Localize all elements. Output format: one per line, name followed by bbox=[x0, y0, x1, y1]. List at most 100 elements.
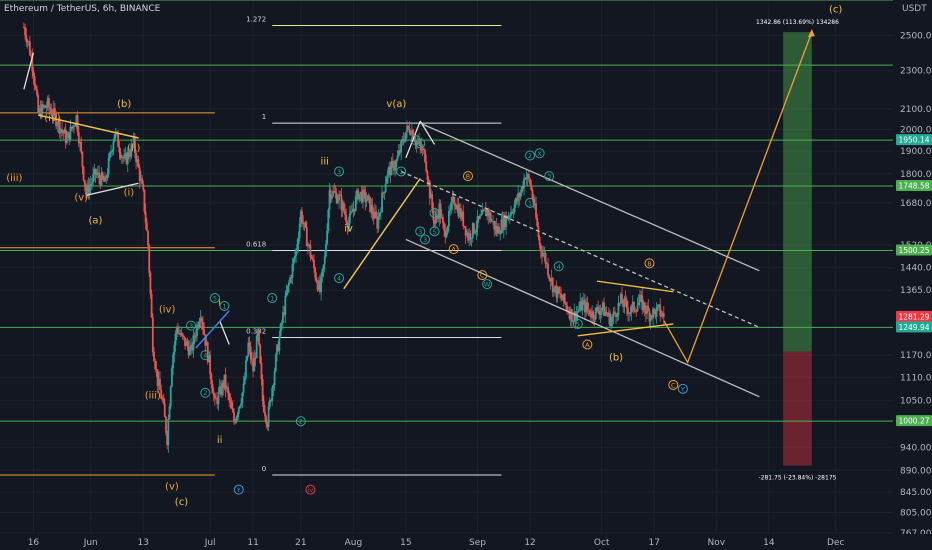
candle-body bbox=[169, 386, 172, 407]
candle-body bbox=[212, 393, 215, 396]
candle-body bbox=[174, 333, 177, 346]
candle-body bbox=[150, 293, 153, 318]
price-tick-label: 2300.00 bbox=[900, 67, 932, 77]
candle-body bbox=[311, 258, 314, 260]
candle-body bbox=[442, 216, 444, 224]
candle-body bbox=[394, 167, 397, 171]
candle-body bbox=[202, 321, 204, 330]
candle-body bbox=[106, 174, 109, 179]
candle-body bbox=[629, 312, 632, 314]
candle-body bbox=[246, 355, 249, 361]
candle-body bbox=[28, 41, 31, 55]
candle-body bbox=[450, 201, 453, 210]
candle-body bbox=[625, 300, 628, 308]
candle-body bbox=[597, 307, 600, 312]
candle-body bbox=[254, 357, 257, 359]
candle-body bbox=[647, 306, 650, 311]
wave-label[interactable]: (c) bbox=[829, 5, 842, 16]
candle-body bbox=[95, 174, 98, 176]
candle-body bbox=[384, 183, 387, 193]
wave-label[interactable]: v(a) bbox=[386, 99, 406, 110]
candle-body bbox=[186, 341, 189, 347]
wave-label[interactable]: (iii) bbox=[6, 173, 22, 184]
candle-body bbox=[381, 192, 383, 213]
candle-body bbox=[443, 223, 446, 231]
candle-body bbox=[168, 406, 171, 419]
time-tick-label: 11 bbox=[247, 538, 258, 548]
candle-body bbox=[659, 304, 662, 316]
fib-level-label: 0.618 bbox=[246, 241, 266, 249]
wave-label[interactable]: (b) bbox=[117, 99, 131, 110]
candle-body bbox=[334, 192, 337, 194]
candle-body bbox=[656, 305, 659, 308]
wave-label[interactable]: (ii) bbox=[127, 143, 140, 154]
price-tick-label: 845.00 bbox=[900, 488, 932, 498]
candle-body bbox=[542, 254, 545, 257]
candle-body bbox=[137, 159, 140, 168]
wave-label[interactable]: (a) bbox=[89, 215, 103, 226]
wave-label[interactable]: ii bbox=[217, 435, 223, 446]
candle-body bbox=[112, 141, 115, 151]
wave-label[interactable]: (b) bbox=[609, 353, 623, 364]
wave-label[interactable]: (v) bbox=[74, 192, 88, 203]
candle-body bbox=[315, 277, 318, 282]
candle-body bbox=[599, 310, 602, 315]
wave-label[interactable]: (i) bbox=[124, 187, 135, 198]
candle-body bbox=[231, 408, 234, 413]
candle-body bbox=[154, 361, 157, 369]
circled-wave-label: 4 bbox=[557, 263, 561, 271]
price-chart[interactable]: 1342.86 (113.69%) 134286 -281.75 (-23.84%… bbox=[0, 0, 932, 550]
circled-wave-label: C bbox=[671, 381, 676, 389]
candle-body bbox=[32, 70, 35, 77]
candle-body bbox=[439, 203, 442, 219]
wave-label[interactable]: iv bbox=[344, 223, 353, 234]
wave-label[interactable]: (c) bbox=[175, 497, 188, 508]
candle-body bbox=[530, 184, 533, 190]
wave-label[interactable]: (iii) bbox=[145, 391, 161, 402]
candle-body bbox=[581, 301, 584, 311]
time-axis[interactable]: 16 Jun 13 Jul 11 21 Aug 15 Sep 12 Oct 17 Nov 14 Dec bbox=[0, 534, 932, 550]
candle-body bbox=[24, 27, 26, 36]
candle-body bbox=[379, 212, 382, 214]
wave-label[interactable]: (iv) bbox=[44, 113, 61, 124]
candle-body bbox=[80, 141, 83, 152]
price-tick-label: 1050.00 bbox=[900, 397, 932, 407]
candle-body bbox=[560, 293, 563, 299]
wave-label[interactable]: (v) bbox=[165, 482, 179, 493]
candle-body bbox=[323, 256, 326, 265]
circled-wave-label: 2 bbox=[528, 152, 532, 160]
candle-body bbox=[268, 399, 271, 407]
candle-body bbox=[605, 311, 608, 315]
circled-wave-label: 2 bbox=[418, 140, 422, 148]
candle-body bbox=[173, 345, 176, 355]
circled-wave-label: 1 bbox=[528, 199, 532, 207]
candle-body bbox=[470, 237, 473, 240]
candle-body bbox=[241, 392, 244, 403]
candle-body bbox=[424, 149, 426, 162]
candle-body bbox=[227, 387, 229, 394]
wave-label[interactable]: (iv) bbox=[159, 304, 176, 315]
candle-body bbox=[480, 214, 483, 216]
candle-body bbox=[291, 264, 294, 279]
price-tick-label: 890.00 bbox=[900, 466, 932, 476]
candle-body bbox=[339, 194, 342, 196]
wave-label[interactable]: iii bbox=[321, 157, 329, 168]
candle-body bbox=[310, 256, 313, 259]
profit-zone[interactable] bbox=[783, 32, 812, 352]
loss-zone[interactable] bbox=[783, 351, 812, 466]
candle-body bbox=[111, 150, 114, 153]
candle-body bbox=[267, 406, 270, 427]
candle-body bbox=[385, 176, 388, 184]
candle-body bbox=[91, 182, 93, 184]
candle-body bbox=[217, 392, 220, 405]
circled-wave-label: 3 bbox=[418, 228, 422, 236]
candle-body bbox=[211, 384, 214, 394]
candle-body bbox=[383, 192, 386, 194]
candle-body bbox=[293, 256, 296, 259]
time-tick-label: Jun bbox=[83, 538, 98, 548]
price-badge-label: 1281.29 bbox=[898, 312, 929, 321]
candle-body bbox=[566, 305, 568, 311]
price-tick-label: 1170.00 bbox=[900, 351, 932, 361]
candle-body bbox=[305, 227, 308, 247]
candle-body bbox=[210, 373, 213, 385]
